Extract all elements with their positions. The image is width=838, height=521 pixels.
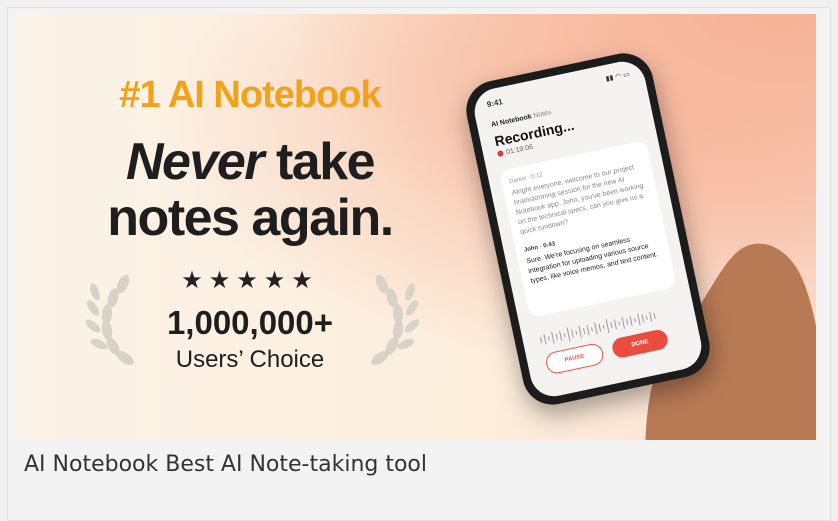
headline-line2: notes again. xyxy=(107,189,394,247)
users-count: 1,000,000+ xyxy=(166,304,334,341)
banner-tagline: #1 AI Notebook xyxy=(119,74,381,116)
banner-headline: Never take notes again. xyxy=(15,134,485,246)
breadcrumb-section: Notes xyxy=(532,109,553,120)
status-time: 9:41 xyxy=(486,97,504,110)
headline-rest: take xyxy=(263,133,376,191)
phone-screen: 9:41 ▮▮ ◠ ▭ AI Notebook Notes Recording.… xyxy=(470,57,706,401)
record-dot-icon xyxy=(496,150,504,158)
product-caption-link[interactable]: AI Notebook Best AI Note-taking tool xyxy=(24,452,427,477)
phone-mockup: 9:41 ▮▮ ◠ ▭ AI Notebook Notes Recording.… xyxy=(460,47,716,411)
promo-banner-image[interactable]: #1 AI Notebook Never take notes again. ★… xyxy=(15,14,816,440)
status-icons: ▮▮ ◠ ▭ xyxy=(605,71,631,83)
pause-button: PAUSE xyxy=(544,341,606,376)
rating-stars-icon: ★★★★★ xyxy=(181,267,319,294)
done-button: DONE xyxy=(610,328,670,360)
users-choice-label: Users’ Choice xyxy=(175,346,325,373)
transcript-panel: Daniel · 0:12 Alright everyone, welcome … xyxy=(499,140,677,318)
headline-emphasis: Never xyxy=(125,133,265,191)
